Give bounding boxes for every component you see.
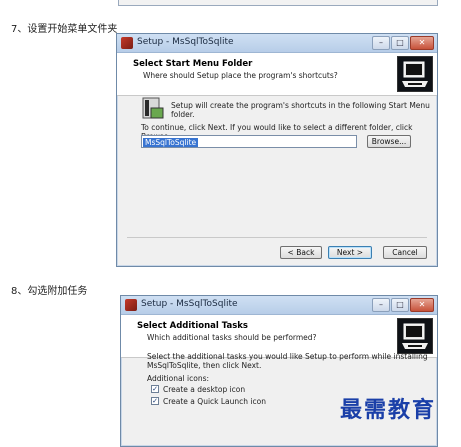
page-heading: Select Additional Tasks: [137, 321, 248, 331]
window-title: Setup - MsSqlToSqlite: [137, 37, 234, 47]
installer-computer-logo: [397, 56, 433, 92]
browse-button[interactable]: Browse...: [367, 135, 411, 148]
maximize-button[interactable]: □: [391, 298, 409, 312]
step-7-caption: 7、设置开始菜单文件夹: [11, 24, 118, 35]
window-controls: – □ ✕: [372, 36, 434, 50]
checkbox-checked-icon[interactable]: ✓: [151, 385, 159, 393]
maximize-button[interactable]: □: [391, 36, 409, 50]
start-menu-folder-input[interactable]: MsSqlToSqlite: [141, 135, 357, 148]
task-desktop-icon-label[interactable]: Create a desktop icon: [163, 385, 245, 394]
shortcut-info-text: Setup will create the program's shortcut…: [171, 101, 430, 119]
window-title: Setup - MsSqlToSqlite: [141, 299, 238, 309]
checkbox-checked-icon[interactable]: ✓: [151, 397, 159, 405]
minimize-button[interactable]: –: [372, 298, 390, 312]
additional-icons-label: Additional icons:: [147, 374, 210, 383]
start-menu-folder-icon: [142, 97, 164, 119]
wizard-header: Select Start Menu Folder Where should Se…: [117, 53, 437, 96]
installer-computer-logo: [397, 318, 433, 354]
titlebar: Setup - MsSqlToSqlite – □ ✕: [121, 296, 437, 315]
tasks-intro-line-2: MsSqlToSqlite, then click Next.: [147, 361, 262, 370]
setup-app-icon: [125, 299, 137, 311]
setup-window-start-menu: Setup - MsSqlToSqlite – □ ✕ Select Start…: [116, 33, 438, 267]
back-button[interactable]: < Back: [280, 246, 322, 259]
setup-window-additional-tasks: Setup - MsSqlToSqlite – □ ✕ Select Addit…: [120, 295, 438, 447]
footer-divider: [127, 237, 427, 238]
watermark-text: 最需教育: [340, 397, 437, 423]
window-controls: – □ ✕: [372, 298, 434, 312]
setup-app-icon: [121, 37, 133, 49]
page-subheading: Which additional tasks should be perform…: [147, 333, 317, 342]
folder-name-value: MsSqlToSqlite: [143, 138, 199, 147]
close-button[interactable]: ✕: [410, 36, 434, 50]
previous-window-fragment: [118, 0, 438, 6]
page-heading: Select Start Menu Folder: [133, 59, 253, 69]
step-8-caption: 8、勾选附加任务: [11, 286, 88, 297]
minimize-button[interactable]: –: [372, 36, 390, 50]
page-subheading: Where should Setup place the program's s…: [143, 71, 338, 80]
task-quick-launch-label[interactable]: Create a Quick Launch icon: [163, 397, 266, 406]
tasks-intro-line-1: Select the additional tasks you would li…: [147, 352, 428, 361]
close-button[interactable]: ✕: [410, 298, 434, 312]
titlebar: Setup - MsSqlToSqlite – □ ✕: [117, 34, 437, 53]
cancel-button[interactable]: Cancel: [383, 246, 427, 259]
next-button[interactable]: Next >: [328, 246, 372, 259]
